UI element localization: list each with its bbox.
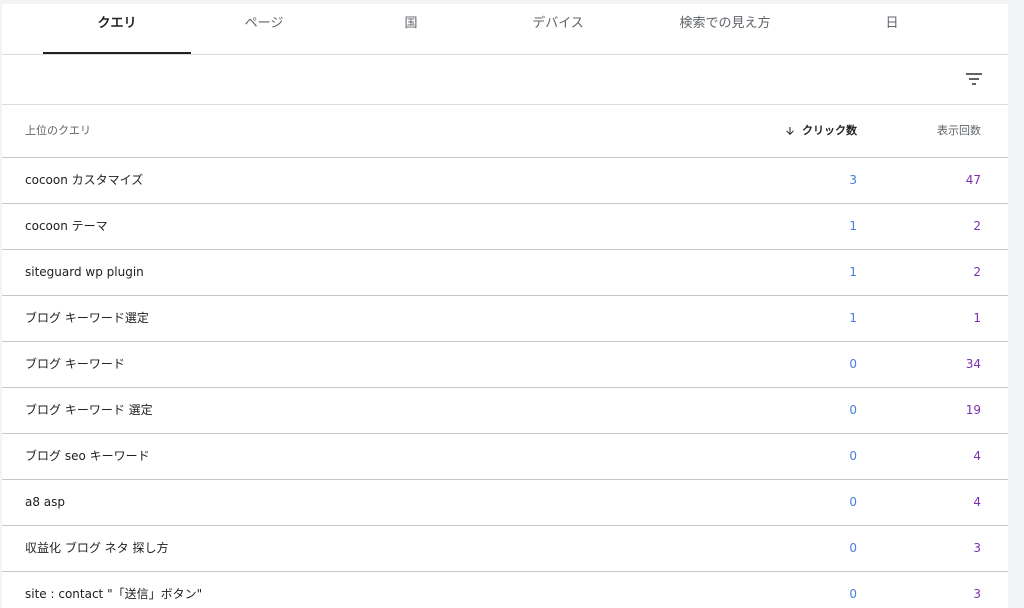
clicks-cell: 1: [849, 219, 857, 233]
table-row[interactable]: site : contact "「送信」ボタン" 0 3: [2, 572, 1008, 608]
tab-page[interactable]: ページ: [191, 4, 337, 54]
table-row[interactable]: ブログ キーワード 0 34: [2, 342, 1008, 388]
table-row[interactable]: ブログ seo キーワード 0 4: [2, 434, 1008, 480]
table-row[interactable]: a8 asp 0 4: [2, 480, 1008, 526]
table-row[interactable]: cocoon カスタマイズ 3 47: [2, 158, 1008, 204]
impressions-cell: 1: [973, 311, 981, 325]
column-header-clicks-label: クリック数: [802, 124, 857, 137]
dimension-tabs: クエリ ページ 国 デバイス 検索での見え方 日: [2, 4, 1008, 55]
table-row[interactable]: ブログ キーワード 選定 0 19: [2, 388, 1008, 434]
queries-table: 上位のクエリ クリック数 表示回数 cocoon カスタマイズ 3 47 coc…: [2, 105, 1008, 608]
table-row[interactable]: cocoon テーマ 1 2: [2, 204, 1008, 250]
query-cell: ブログ キーワード: [25, 357, 125, 371]
impressions-cell: 3: [973, 541, 981, 555]
tab-country[interactable]: 国: [337, 4, 485, 54]
tab-date[interactable]: 日: [819, 4, 965, 54]
impressions-cell: 47: [965, 173, 981, 187]
table-row[interactable]: 収益化 ブログ ネタ 探し方 0 3: [2, 526, 1008, 572]
impressions-cell: 19: [965, 403, 981, 417]
impressions-cell: 4: [973, 449, 981, 463]
impressions-cell: 34: [965, 357, 981, 371]
clicks-cell: 0: [849, 587, 857, 601]
clicks-cell: 0: [849, 541, 857, 555]
query-cell: ブログ キーワード 選定: [25, 403, 153, 417]
query-cell: ブログ キーワード選定: [25, 311, 149, 325]
arrow-downward-icon: [786, 127, 794, 135]
impressions-cell: 3: [973, 587, 981, 601]
query-cell: 収益化 ブログ ネタ 探し方: [25, 541, 169, 555]
table-row[interactable]: siteguard wp plugin 1 2: [2, 250, 1008, 296]
query-cell: site : contact "「送信」ボタン": [25, 587, 203, 601]
clicks-cell: 0: [849, 449, 857, 463]
clicks-cell: 0: [849, 495, 857, 509]
filter-bar: [2, 55, 1008, 105]
clicks-cell: 0: [849, 357, 857, 371]
impressions-cell: 2: [973, 265, 981, 279]
tab-search-appearance[interactable]: 検索での見え方: [631, 4, 819, 54]
query-cell: cocoon テーマ: [25, 219, 108, 233]
clicks-cell: 1: [849, 265, 857, 279]
column-header-impressions[interactable]: 表示回数: [937, 105, 981, 157]
tab-query[interactable]: クエリ: [43, 4, 191, 54]
column-header-query: 上位のクエリ: [25, 124, 91, 137]
clicks-cell: 3: [849, 173, 857, 187]
query-cell: cocoon カスタマイズ: [25, 173, 144, 187]
impressions-cell: 2: [973, 219, 981, 233]
clicks-cell: 1: [849, 311, 857, 325]
performance-panel: クエリ ページ 国 デバイス 検索での見え方 日 上位のクエリ クリック数 表示…: [2, 4, 1008, 608]
impressions-cell: 4: [973, 495, 981, 509]
tab-device[interactable]: デバイス: [485, 4, 631, 54]
table-header: 上位のクエリ クリック数 表示回数: [2, 105, 1008, 158]
query-cell: siteguard wp plugin: [25, 265, 144, 279]
filter-list-icon[interactable]: [962, 67, 986, 91]
query-cell: ブログ seo キーワード: [25, 449, 150, 463]
table-row[interactable]: ブログ キーワード選定 1 1: [2, 296, 1008, 342]
clicks-cell: 0: [849, 403, 857, 417]
query-cell: a8 asp: [25, 495, 66, 509]
column-header-clicks[interactable]: クリック数: [784, 105, 857, 157]
